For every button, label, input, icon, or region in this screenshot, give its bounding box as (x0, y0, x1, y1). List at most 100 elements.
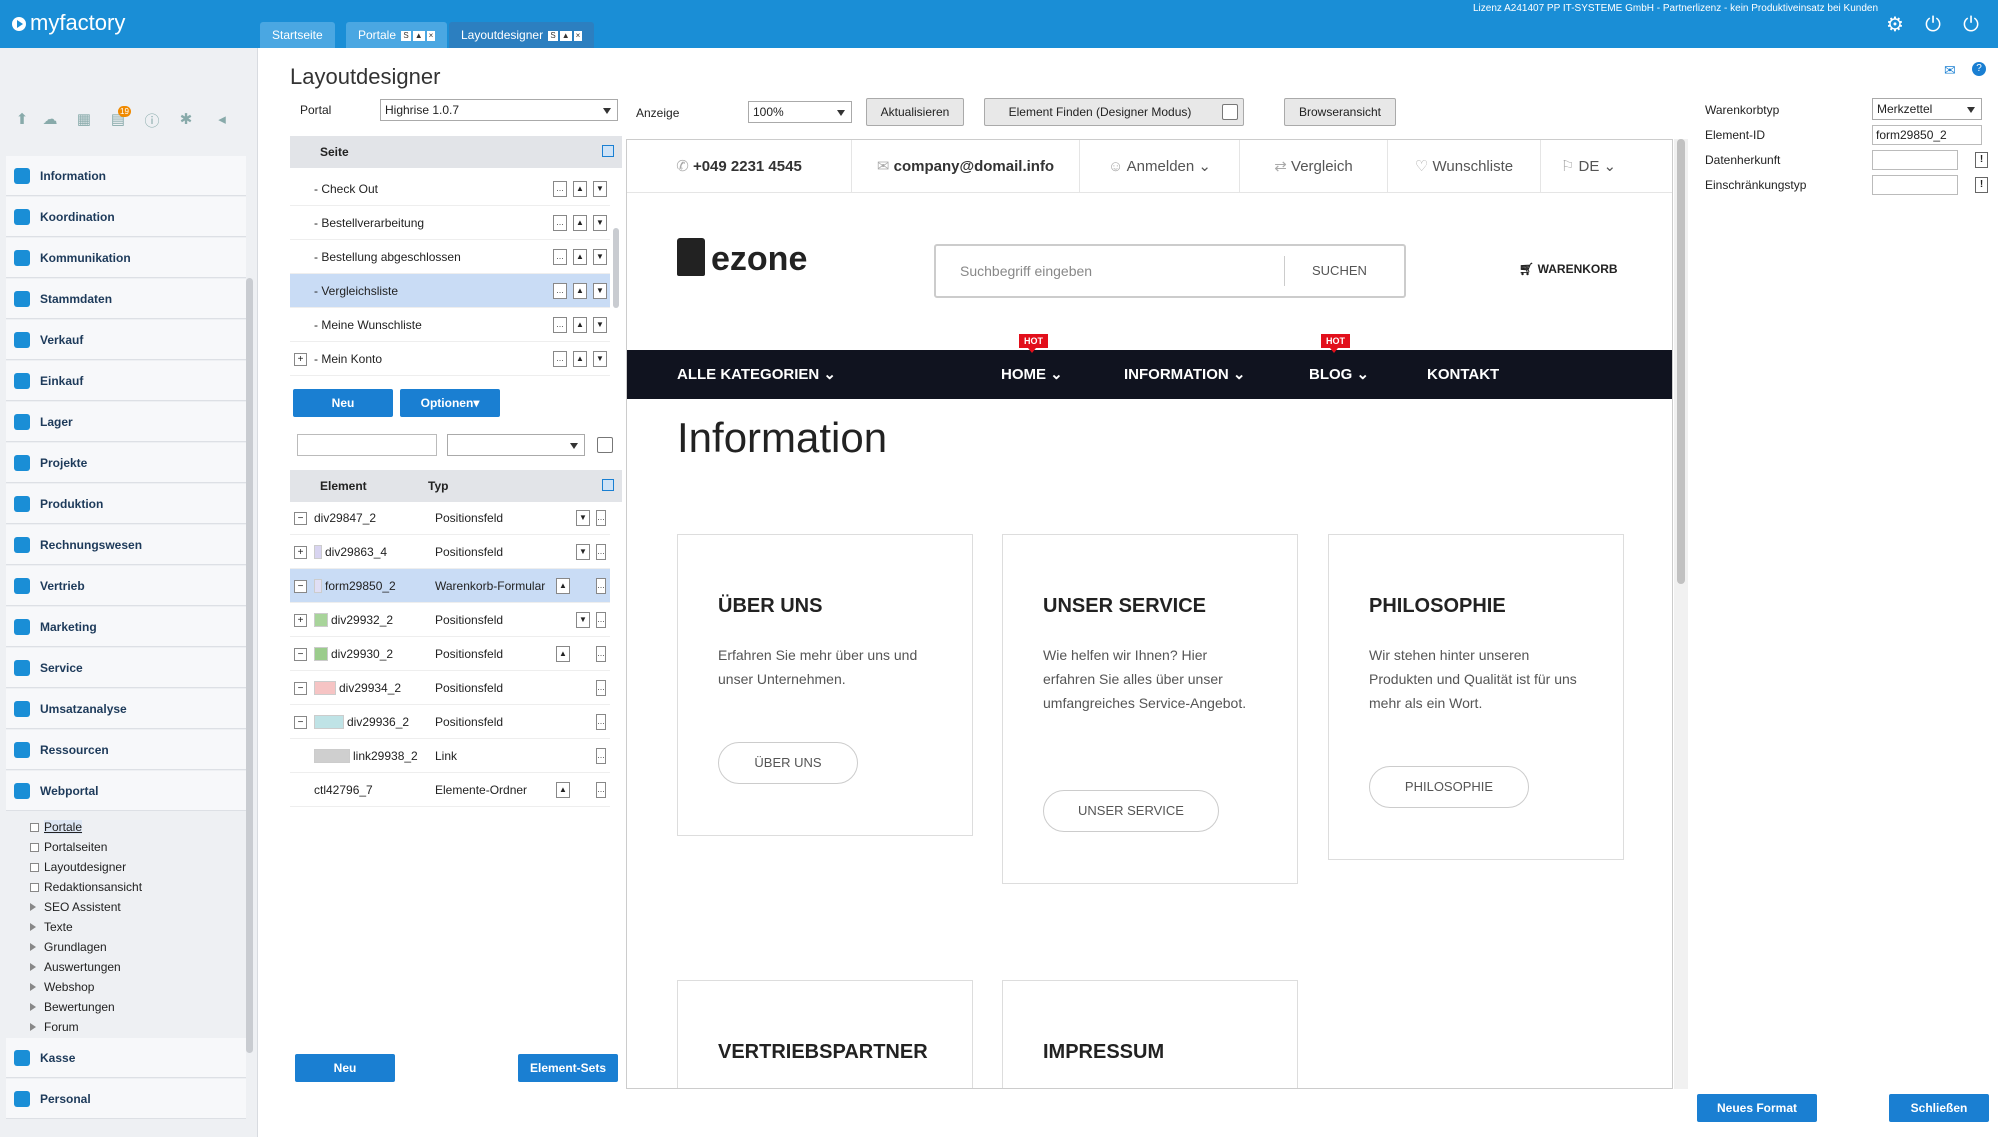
settings-gear-icon[interactable]: ⚙ (1884, 14, 1906, 36)
element-row-selected[interactable]: − form29850_2 Warenkorb-Formular ▲… (290, 569, 610, 603)
element-row[interactable]: + div29932_2 Positionsfeld ▼… (290, 603, 610, 637)
edit-icon[interactable]: … (553, 317, 567, 333)
nav-personal[interactable]: Personal (6, 1079, 246, 1119)
collapse-minus-icon[interactable]: − (294, 716, 307, 729)
nav-information[interactable]: Information (6, 156, 246, 196)
maximize-icon[interactable] (602, 479, 614, 491)
more-icon[interactable]: … (596, 748, 606, 764)
move-down-icon[interactable]: ▼ (593, 317, 607, 333)
page-row[interactable]: - Bestellung abgeschlossen… ▲ ▼ (290, 240, 610, 274)
card-button[interactable]: UNSER SERVICE (1043, 790, 1219, 832)
collapse-minus-icon[interactable]: − (294, 648, 307, 661)
move-down-icon[interactable]: ▼ (593, 215, 607, 231)
pin-icon[interactable]: ⬆ (12, 110, 32, 128)
close-button[interactable]: Schließen (1889, 1094, 1989, 1122)
element-row[interactable]: − div29930_2 Positionsfeld ▲… (290, 637, 610, 671)
filter-select[interactable] (447, 434, 585, 456)
more-icon[interactable]: … (596, 714, 606, 730)
page-row[interactable]: - Bestellverarbeitung… ▲ ▼ (290, 206, 610, 240)
dropdown-icon[interactable]: ▼ (576, 510, 590, 526)
warenkorbtyp-select[interactable]: Merkzettel (1872, 98, 1982, 120)
sub-portale[interactable]: Portale (30, 817, 83, 837)
einschraenkungstyp-input[interactable] (1872, 175, 1958, 195)
page-row[interactable]: - Check Out… ▲ ▼ (290, 172, 610, 206)
nav-vertrieb[interactable]: Vertrieb (6, 566, 246, 606)
sub-grundlagen[interactable]: Grundlagen (30, 937, 107, 957)
page-preview[interactable]: ✆ +049 2231 4545 ✉ company@domail.info ☺… (626, 139, 1673, 1089)
preview-scrollbar[interactable] (1674, 139, 1688, 1089)
page-row-selected[interactable]: - Vergleichsliste… ▲ ▼ (290, 274, 610, 308)
tab-layoutdesigner[interactable]: Layoutdesigner S ▲ × (449, 22, 595, 48)
more-icon[interactable]: … (596, 646, 606, 662)
tab-up-icon[interactable]: ▲ (412, 31, 425, 41)
tab-close-icon[interactable]: × (573, 31, 583, 41)
move-up-icon[interactable]: ▲ (573, 181, 587, 197)
card-button[interactable]: ÜBER UNS (718, 742, 858, 784)
sub-bewertungen[interactable]: Bewertungen (30, 997, 115, 1017)
move-up-icon[interactable]: ▲ (573, 249, 587, 265)
element-row[interactable]: ctl42796_7 Elemente-Ordner ▲… (290, 773, 610, 807)
mail-icon[interactable]: ✉ (1944, 62, 1956, 79)
sub-seo-assistent[interactable]: SEO Assistent (30, 897, 121, 917)
edit-icon[interactable]: … (553, 181, 567, 197)
tab-startseite[interactable]: Startseite (260, 22, 335, 48)
language-select[interactable]: ⚐ DE ⌄ (1541, 140, 1636, 193)
tab-close-icon[interactable]: × (426, 31, 436, 41)
tools-icon[interactable]: ✱ (176, 110, 196, 128)
nav-webportal[interactable]: Webportal (6, 771, 246, 811)
filter-checkbox[interactable] (597, 437, 613, 453)
sidebar-scrollbar[interactable] (246, 278, 253, 1053)
nav-ressourcen[interactable]: Ressourcen (6, 730, 246, 770)
nav-stammdaten[interactable]: Stammdaten (6, 279, 246, 319)
edit-icon[interactable]: … (553, 215, 567, 231)
compare-link[interactable]: ⇄ Vergleich (1240, 140, 1388, 193)
edit-icon[interactable]: … (553, 351, 567, 367)
move-up-icon[interactable]: ▲ (556, 578, 570, 594)
nav-kasse[interactable]: Kasse (6, 1038, 246, 1078)
notification-icon[interactable]: ▤ 19 (108, 106, 131, 128)
expand-plus-icon[interactable]: + (294, 546, 307, 559)
sub-forum[interactable]: Forum (30, 1017, 79, 1037)
datenherkunft-input[interactable] (1872, 150, 1958, 170)
sub-auswertungen[interactable]: Auswertungen (30, 957, 121, 977)
collapse-minus-icon[interactable]: − (294, 682, 307, 695)
move-down-icon[interactable]: ▼ (593, 351, 607, 367)
move-down-icon[interactable]: ▼ (593, 249, 607, 265)
refresh-button[interactable]: Aktualisieren (866, 98, 964, 126)
login-link[interactable]: ☺ Anmelden ⌄ (1080, 140, 1240, 193)
info-icon[interactable]: ⓘ (142, 110, 162, 131)
tab-pin-icon[interactable]: S (548, 31, 558, 41)
element-row[interactable]: − div29934_2 Positionsfeld… (290, 671, 610, 705)
filter-input[interactable] (297, 434, 437, 456)
nav-produktion[interactable]: Produktion (6, 484, 246, 524)
options-button[interactable]: Optionen▾ (400, 389, 500, 417)
page-row[interactable]: - Meine Wunschliste… ▲ ▼ (290, 308, 610, 342)
move-up-icon[interactable]: ▲ (573, 317, 587, 333)
nav-kontakt[interactable]: KONTAKT (1427, 350, 1499, 399)
more-icon[interactable]: … (596, 510, 606, 526)
pages-scrollbar[interactable] (613, 228, 619, 308)
more-icon[interactable]: … (596, 578, 606, 594)
logout-icon[interactable]: ⏻ (1960, 14, 1982, 36)
nav-umsatzanalyse[interactable]: Umsatzanalyse (6, 689, 246, 729)
element-row[interactable]: − div29847_2 Positionsfeld ▼… (290, 501, 610, 535)
nav-koordination[interactable]: Koordination (6, 197, 246, 237)
element-row[interactable]: − div29936_2 Positionsfeld… (290, 705, 610, 739)
wishlist-link[interactable]: ♡ Wunschliste (1388, 140, 1541, 193)
page-row[interactable]: + - Mein Konto… ▲ ▼ (290, 342, 610, 376)
collapse-minus-icon[interactable]: − (294, 512, 307, 525)
nav-einkauf[interactable]: Einkauf (6, 361, 246, 401)
shop-search-button[interactable]: SUCHEN (1312, 263, 1367, 278)
preview-scroll-thumb[interactable] (1677, 139, 1685, 584)
sub-redaktionsansicht[interactable]: Redaktionsansicht (30, 877, 142, 897)
collapse-icon[interactable]: ◂ (212, 110, 232, 128)
designer-mode-checkbox[interactable] (1222, 104, 1238, 120)
more-icon[interactable]: … (596, 612, 606, 628)
tab-up-icon[interactable]: ▲ (559, 31, 572, 41)
sub-layoutdesigner[interactable]: Layoutdesigner (30, 857, 126, 877)
find-element-button[interactable]: Element Finden (Designer Modus) (984, 98, 1244, 126)
move-up-icon[interactable]: ▲ (556, 646, 570, 662)
email-contact[interactable]: ✉ company@domail.info (852, 140, 1080, 193)
help-icon[interactable]: ? (1972, 62, 1986, 76)
nav-verkauf[interactable]: Verkauf (6, 320, 246, 360)
